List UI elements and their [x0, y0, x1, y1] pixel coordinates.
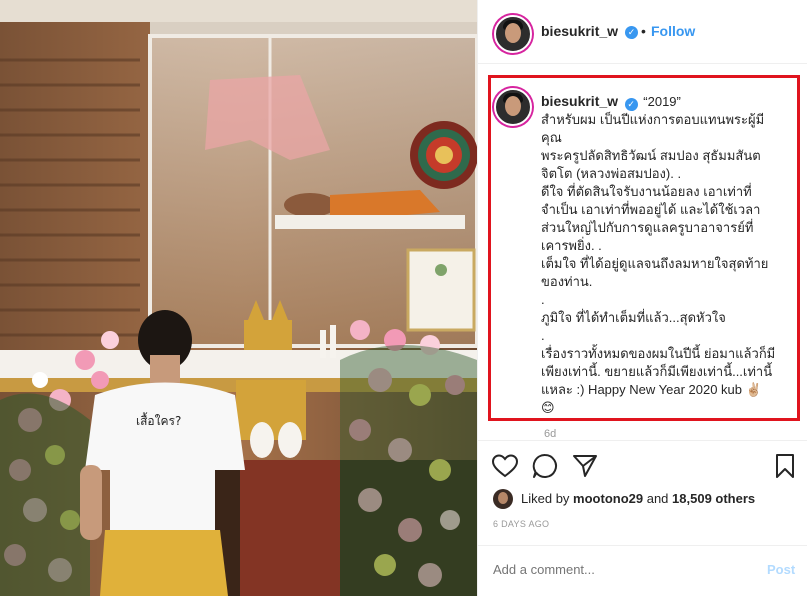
liker-avatar[interactable] — [493, 489, 513, 509]
caption-line: ส่วนใหญ่ไปกับการดูแลครูบาอาจารย์ที่ — [541, 220, 754, 235]
caption-avatar[interactable] — [494, 88, 532, 126]
caption-line: เต็มใจ ที่ได้อยู่ดูแลจนถึงลมหายใจสุดท้าย — [541, 256, 769, 271]
caption-line: ดีใจ ที่ตัดสินใจรับงานน้อยลง เอาเท่าที่ — [541, 184, 752, 199]
verified-badge-icon: ✓ — [625, 26, 638, 39]
caption-line: เพียงเท่านี้. ขยายแล้วก็มีเพียงเท่านี้..… — [541, 364, 773, 379]
bookmark-icon[interactable] — [775, 453, 795, 479]
caption-line: ภูมิใจ ที่ได้ทำเต็มที่แล้ว...สุดหัวใจ — [541, 310, 726, 325]
post-comment-button[interactable]: Post — [767, 562, 795, 577]
shirt-text: เสื้อใคร? — [136, 414, 182, 428]
likes-and: and — [643, 491, 673, 506]
caption-line: . — [541, 292, 545, 307]
caption-line: . — [541, 328, 545, 343]
caption-age: 6d — [544, 428, 557, 440]
caption-username[interactable]: biesukrit_w — [541, 93, 618, 109]
likes-count[interactable]: 18,509 others — [672, 491, 755, 506]
heart-icon[interactable] — [492, 454, 518, 478]
caption-line: สำหรับผม เป็นปีแห่งการตอบแทนพระผู้มี — [541, 112, 765, 127]
follow-button[interactable]: Follow — [651, 23, 695, 39]
avatar[interactable] — [494, 15, 532, 53]
caption-title: “2019” — [643, 94, 681, 109]
caption: biesukrit_w ✓ “2019” สำหรับผม เป็นปีแห่ง… — [541, 92, 791, 417]
caption-line: คุณ — [541, 130, 562, 145]
post-photo[interactable]: เสื้อใคร? — [0, 0, 477, 596]
caption-body: สำหรับผม เป็นปีแห่งการตอบแทนพระผู้มีคุณพ… — [541, 111, 791, 417]
caption-line: จำเป็น เอาเท่าที่พออยู่ได้ และได้ใช้เวลา — [541, 202, 761, 217]
temple-scene-image — [0, 0, 477, 596]
likes-summary: Liked by mootono29 and 18,509 others — [493, 489, 793, 509]
post-header: biesukrit_w ✓ • Follow — [478, 0, 807, 64]
caption-line: แหละ :) Happy New Year 2020 kub ✌🏼 — [541, 382, 762, 397]
liker-username[interactable]: mootono29 — [573, 491, 643, 506]
post-date[interactable]: 6 DAYS AGO — [493, 519, 549, 529]
likes-prefix: Liked by — [521, 491, 574, 506]
caption-line: จิตโต (หลวงพ่อสมปอง). . — [541, 166, 682, 181]
comment-icon[interactable] — [532, 453, 558, 479]
header-username[interactable]: biesukrit_w — [541, 23, 618, 39]
verified-badge-icon: ✓ — [624, 98, 638, 111]
caption-line: 😊 — [541, 400, 555, 415]
comment-input[interactable] — [493, 562, 753, 577]
divider — [477, 545, 807, 546]
divider — [477, 440, 807, 441]
share-icon[interactable] — [572, 454, 598, 478]
caption-line: พระครูปลัดสิทธิวัฒน์ สมปอง สุธัมมสันต — [541, 148, 761, 163]
caption-line: เรื่องราวทั้งหมดของผมในปีนี้ ย่อมาแล้วก็… — [541, 346, 776, 361]
separator-dot: • — [641, 23, 646, 39]
caption-line: เคารพยิ่ง. . — [541, 238, 602, 253]
caption-line: ของท่าน. — [541, 274, 593, 289]
